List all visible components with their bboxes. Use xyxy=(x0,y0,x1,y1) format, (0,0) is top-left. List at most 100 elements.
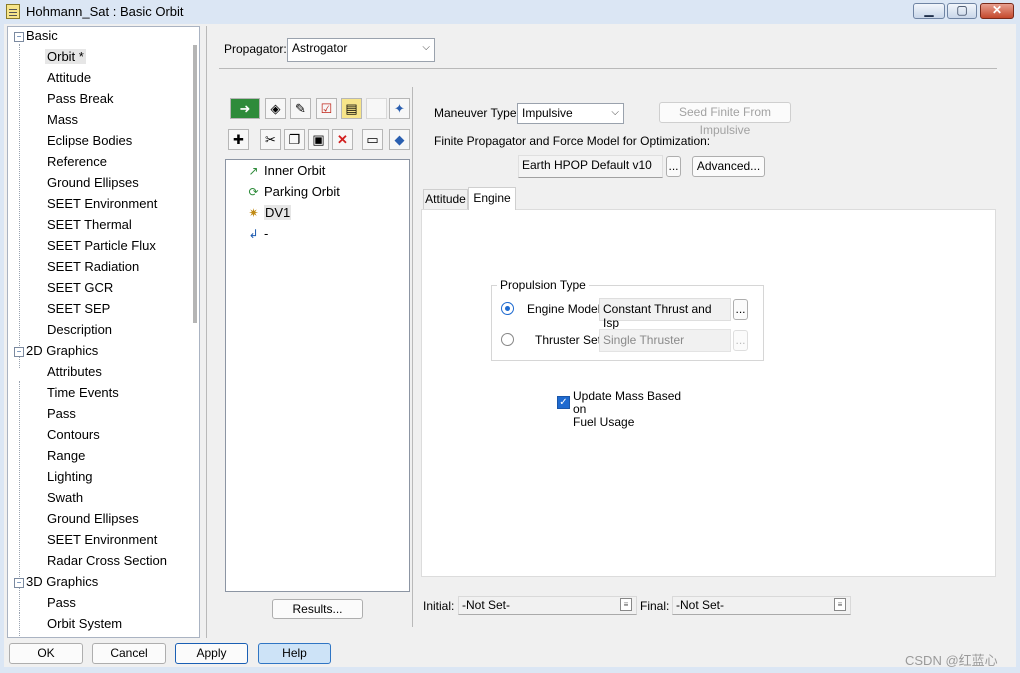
tab-engine[interactable]: Engine xyxy=(468,187,516,210)
tree-item[interactable]: SEET Radiation xyxy=(47,259,139,274)
diamond-icon[interactable]: ◆ xyxy=(389,129,410,150)
splitter[interactable] xyxy=(206,26,207,638)
sequence-item[interactable]: ✷ DV1 xyxy=(246,205,292,221)
divider xyxy=(412,87,413,627)
tree-item-label: 3D Graphics xyxy=(26,574,99,589)
propagator-select[interactable]: Astrogator ⌵ xyxy=(287,38,435,62)
tree-item[interactable]: SEET Thermal xyxy=(47,217,132,232)
propagate-icon: ⟳ xyxy=(248,185,259,200)
tree-item[interactable]: Orbit * xyxy=(45,49,86,64)
tree-item[interactable]: Time Events xyxy=(47,385,119,400)
thruster-set-field[interactable]: Single Thruster xyxy=(599,329,731,352)
select-list-icon: ≡ xyxy=(834,598,846,611)
title-bar: Hohmann_Sat : Basic Orbit ▁ ▢ ✕ xyxy=(0,0,1020,24)
notes-icon[interactable]: ▤ xyxy=(341,98,362,119)
tree-item[interactable]: Eclipse Bodies xyxy=(47,133,132,148)
tree-item[interactable]: SEET Particle Flux xyxy=(47,238,156,253)
maneuver-type-select[interactable]: Impulsive ⌵ xyxy=(517,103,624,124)
tree-item[interactable]: Mass xyxy=(47,112,78,127)
tree-item-label: Reference xyxy=(47,154,107,169)
tree-item-label: Basic xyxy=(26,28,58,43)
tree-item[interactable]: SEET Environment xyxy=(47,196,157,211)
collapse-icon[interactable]: − xyxy=(14,31,24,42)
help-button[interactable]: Help xyxy=(258,643,331,664)
apply-button[interactable]: Apply xyxy=(175,643,248,664)
tree-item-label: Lighting xyxy=(47,469,93,484)
insert-segment-icon[interactable]: ➜ xyxy=(230,98,260,119)
tree-item-label: Ground Ellipses xyxy=(47,175,139,190)
tree-item-label: Eclipse Bodies xyxy=(47,133,133,148)
tree-item[interactable]: SEET Environment xyxy=(47,532,157,547)
wand-icon[interactable]: ✎ xyxy=(290,98,311,119)
tree-category[interactable]: − Basic xyxy=(14,28,58,43)
tree-item[interactable]: Orbit System xyxy=(47,616,122,631)
tree-item[interactable]: Pass xyxy=(47,595,76,610)
tree-item[interactable]: Ground Ellipses xyxy=(47,511,139,526)
notepad-icon xyxy=(6,4,20,19)
engine-model-label: Engine Model xyxy=(527,302,601,316)
target-icon[interactable]: ✦ xyxy=(389,98,410,119)
tree-item[interactable]: Range xyxy=(47,448,85,463)
collapse-icon[interactable]: − xyxy=(14,577,24,588)
final-select[interactable]: -Not Set- ≡ xyxy=(672,596,851,615)
tree-item-label: SEET Thermal xyxy=(47,217,132,232)
sequence-item[interactable]: ⟳ Parking Orbit xyxy=(246,184,339,200)
force-model-browse-button[interactable]: ... xyxy=(666,156,681,177)
tree-item-label: Pass xyxy=(47,595,76,610)
force-model-field[interactable]: Earth HPOP Default v10 xyxy=(518,155,663,178)
tree-item[interactable]: Pass Break xyxy=(47,91,113,106)
maximize-button[interactable]: ▢ xyxy=(947,3,977,19)
tree-item-label: Orbit System xyxy=(47,616,123,631)
close-button[interactable]: ✕ xyxy=(980,3,1014,19)
tree-item[interactable]: Swath xyxy=(47,490,83,505)
tree-item[interactable]: Contours xyxy=(47,427,100,442)
cut-icon[interactable]: ✂ xyxy=(260,129,281,150)
engine-model-field[interactable]: Constant Thrust and Isp xyxy=(599,298,731,330)
initial-select[interactable]: -Not Set- ≡ xyxy=(458,596,637,615)
tree-item[interactable]: Ground Ellipses xyxy=(47,175,139,190)
tab-attitude[interactable]: Attitude xyxy=(423,189,468,209)
ok-button[interactable]: OK xyxy=(9,643,83,664)
run-icon[interactable]: ▭ xyxy=(362,129,383,150)
update-mass-checkbox[interactable]: ✓ xyxy=(557,396,570,409)
tree-scrollbar[interactable] xyxy=(193,45,197,323)
blank-icon[interactable] xyxy=(366,98,387,119)
thruster-set-radio[interactable] xyxy=(501,333,514,346)
collapse-icon[interactable]: − xyxy=(14,346,24,357)
sequence-item[interactable]: ↲ - xyxy=(246,226,268,242)
tree-category[interactable]: −3D Graphics xyxy=(14,574,98,589)
initial-label: Initial: xyxy=(423,599,455,613)
tree-item[interactable]: Lighting xyxy=(47,469,93,484)
advanced-button[interactable]: Advanced... xyxy=(692,156,765,177)
seed-finite-button[interactable]: Seed Finite From Impulsive xyxy=(659,102,791,137)
tree-item-label: Pass xyxy=(47,406,76,421)
new-icon[interactable]: ✚ xyxy=(228,129,249,150)
copy-icon[interactable]: ❐ xyxy=(284,129,305,150)
tree-item[interactable]: SEET SEP xyxy=(47,301,110,316)
delete-icon[interactable]: ✕ xyxy=(332,129,353,150)
tree-item[interactable]: Attributes xyxy=(47,364,102,379)
tree-item-label: SEET Environment xyxy=(47,532,158,547)
paste-icon[interactable]: ▣ xyxy=(308,129,329,150)
tree-item[interactable]: Reference xyxy=(47,154,107,169)
sequence-item[interactable]: ↗ Inner Orbit xyxy=(246,163,325,179)
minimize-button[interactable]: ▁ xyxy=(913,3,945,19)
tree-item[interactable]: SEET GCR xyxy=(47,280,113,295)
tree-item[interactable]: Pass xyxy=(47,406,76,421)
eraser-icon[interactable]: ◈ xyxy=(265,98,286,119)
results-button[interactable]: Results... xyxy=(272,599,363,619)
thruster-set-browse-button[interactable]: ... xyxy=(733,330,748,351)
checklist-icon[interactable]: ☑ xyxy=(316,98,337,119)
tree-item[interactable]: Radar Cross Section xyxy=(47,553,167,568)
tree-item[interactable]: Attitude xyxy=(47,70,91,85)
tree-category[interactable]: −2D Graphics xyxy=(14,343,98,358)
tree-item[interactable]: Description xyxy=(47,322,112,337)
propulsion-type-title: Propulsion Type xyxy=(497,278,589,292)
tree-item-label: SEET Particle Flux xyxy=(47,238,156,253)
mission-sequence-list[interactable]: ↗ Inner Orbit ⟳ Parking Orbit ✷ DV1 ↲ - xyxy=(225,159,410,592)
properties-tree[interactable]: − Basic Orbit * Attitude Pass Break Mass Eclip… xyxy=(7,26,200,638)
engine-model-browse-button[interactable]: ... xyxy=(733,299,748,320)
engine-model-radio[interactable] xyxy=(501,302,514,315)
sequence-item-label: Inner Orbit xyxy=(264,163,326,178)
cancel-button[interactable]: Cancel xyxy=(92,643,166,664)
